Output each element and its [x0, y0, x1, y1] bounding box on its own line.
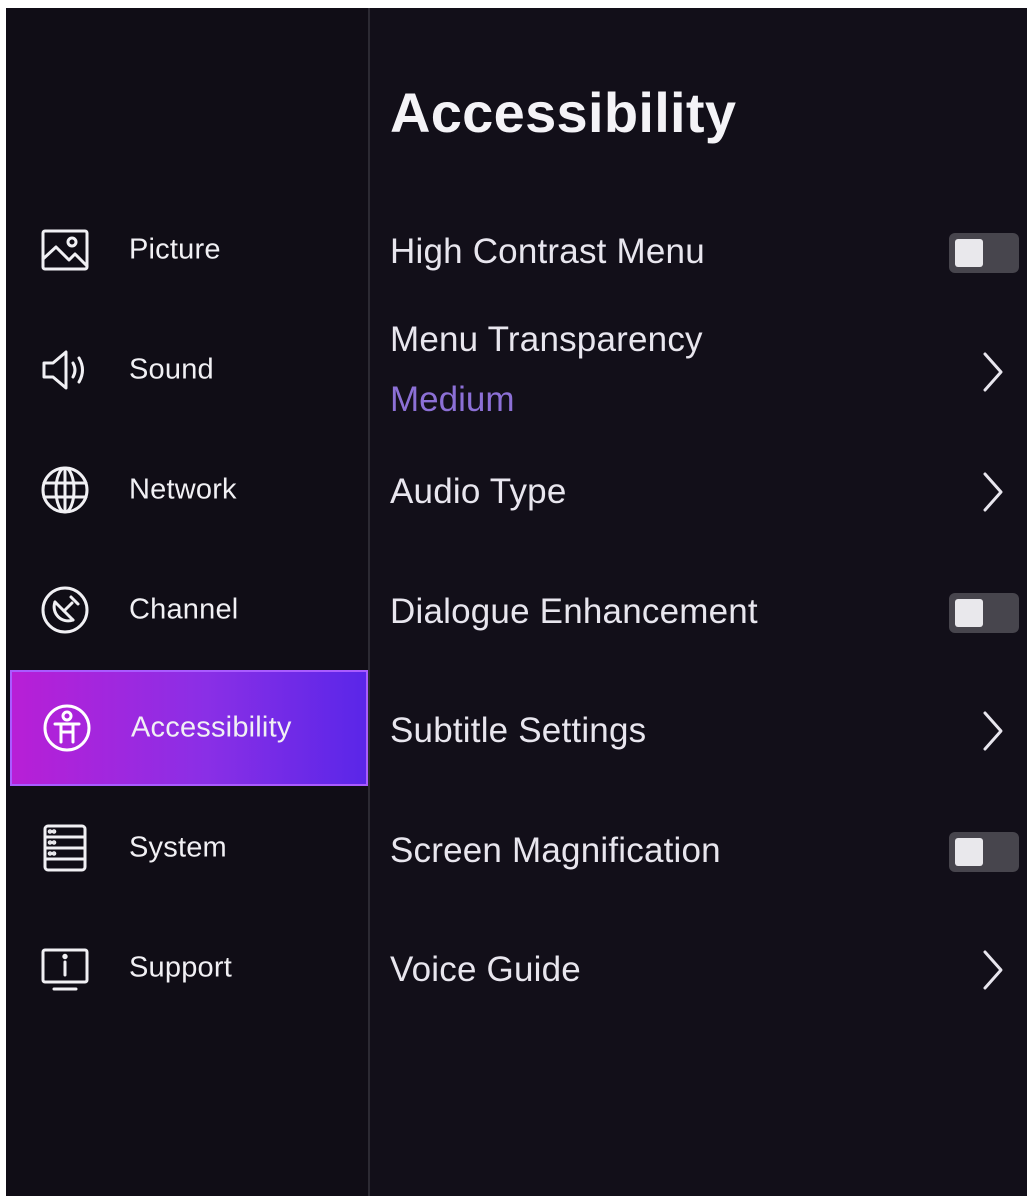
picture-icon [36, 221, 94, 279]
accessibility-icon [38, 699, 96, 757]
toggle-knob [955, 599, 983, 627]
setting-dialogue-enhancement[interactable]: Dialogue Enhancement [370, 578, 1027, 648]
sidebar-item-label: Network [129, 473, 237, 506]
sidebar-item-label: Support [129, 951, 232, 984]
support-icon [36, 939, 94, 997]
setting-subtitle-settings[interactable]: Subtitle Settings [370, 697, 1027, 767]
system-icon [36, 819, 94, 877]
setting-voice-guide[interactable]: Voice Guide [370, 936, 1027, 1006]
sidebar-item-label: Picture [129, 233, 221, 266]
setting-label: Dialogue Enhancement [390, 592, 758, 631]
dialogue-enhancement-toggle[interactable] [949, 593, 1019, 633]
sidebar-item-label: Accessibility [131, 711, 292, 744]
settings-sidebar: Picture Sound Network Channel Accessibil… [6, 8, 368, 1196]
sidebar-item-system[interactable]: System [10, 790, 368, 906]
setting-screen-magnification[interactable]: Screen Magnification [370, 817, 1027, 887]
channel-icon [36, 581, 94, 639]
sidebar-item-channel[interactable]: Channel [10, 552, 368, 668]
sidebar-item-sound[interactable]: Sound [10, 312, 368, 428]
speaker-icon [36, 341, 94, 399]
sidebar-item-support[interactable]: Support [10, 910, 368, 1026]
sidebar-item-label: Channel [129, 593, 239, 626]
sidebar-item-label: Sound [129, 353, 214, 386]
setting-label: Screen Magnification [390, 831, 721, 870]
setting-label: Subtitle Settings [390, 711, 647, 750]
setting-label: Audio Type [390, 472, 567, 511]
setting-label: Voice Guide [390, 950, 581, 989]
toggle-knob [955, 239, 983, 267]
sidebar-item-picture[interactable]: Picture [10, 192, 368, 308]
setting-high-contrast-menu[interactable]: High Contrast Menu [370, 218, 1027, 288]
chevron-right-icon [979, 470, 1007, 514]
setting-label: Menu Transparency [390, 320, 703, 359]
chevron-right-icon [979, 709, 1007, 753]
setting-value: Medium [390, 380, 515, 419]
globe-icon [36, 461, 94, 519]
chevron-right-icon [979, 350, 1007, 394]
toggle-knob [955, 838, 983, 866]
screen-magnification-toggle[interactable] [949, 832, 1019, 872]
page-title: Accessibility [390, 81, 737, 144]
chevron-right-icon [979, 948, 1007, 992]
sidebar-item-accessibility[interactable]: Accessibility [10, 670, 368, 786]
sidebar-item-network[interactable]: Network [10, 432, 368, 548]
setting-label: High Contrast Menu [390, 232, 705, 271]
sidebar-item-label: System [129, 831, 227, 864]
settings-screen: Picture Sound Network Channel Accessibil… [6, 8, 1027, 1196]
setting-menu-transparency[interactable]: Menu Transparency Medium [370, 308, 1027, 438]
high-contrast-menu-toggle[interactable] [949, 233, 1019, 273]
setting-audio-type[interactable]: Audio Type [370, 458, 1027, 528]
